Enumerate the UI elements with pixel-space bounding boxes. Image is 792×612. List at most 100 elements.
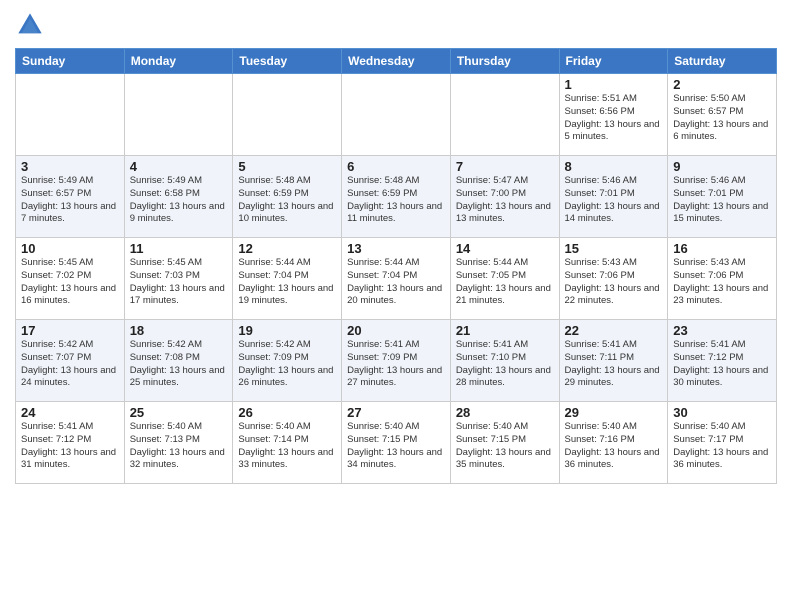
day-number: 14 — [456, 241, 554, 256]
day-number: 1 — [565, 77, 663, 92]
calendar-day — [124, 74, 233, 156]
logo — [15, 10, 49, 40]
day-info: Sunrise: 5:46 AM Sunset: 7:01 PM Dayligh… — [673, 175, 771, 226]
calendar-day: 18Sunrise: 5:42 AM Sunset: 7:08 PM Dayli… — [124, 320, 233, 402]
day-number: 4 — [130, 159, 228, 174]
calendar-day: 16Sunrise: 5:43 AM Sunset: 7:06 PM Dayli… — [668, 238, 777, 320]
header — [15, 10, 777, 40]
day-number: 3 — [21, 159, 119, 174]
day-number: 26 — [238, 405, 336, 420]
day-info: Sunrise: 5:43 AM Sunset: 7:06 PM Dayligh… — [673, 257, 771, 308]
calendar-week-3: 10Sunrise: 5:45 AM Sunset: 7:02 PM Dayli… — [16, 238, 777, 320]
day-number: 7 — [456, 159, 554, 174]
day-info: Sunrise: 5:42 AM Sunset: 7:07 PM Dayligh… — [21, 339, 119, 390]
day-info: Sunrise: 5:41 AM Sunset: 7:11 PM Dayligh… — [565, 339, 663, 390]
calendar-day: 4Sunrise: 5:49 AM Sunset: 6:58 PM Daylig… — [124, 156, 233, 238]
calendar-header-thursday: Thursday — [450, 49, 559, 74]
calendar-day: 8Sunrise: 5:46 AM Sunset: 7:01 PM Daylig… — [559, 156, 668, 238]
day-info: Sunrise: 5:40 AM Sunset: 7:15 PM Dayligh… — [347, 421, 445, 472]
calendar-day: 21Sunrise: 5:41 AM Sunset: 7:10 PM Dayli… — [450, 320, 559, 402]
day-number: 15 — [565, 241, 663, 256]
calendar-day: 25Sunrise: 5:40 AM Sunset: 7:13 PM Dayli… — [124, 402, 233, 484]
calendar-day: 6Sunrise: 5:48 AM Sunset: 6:59 PM Daylig… — [342, 156, 451, 238]
calendar-day: 1Sunrise: 5:51 AM Sunset: 6:56 PM Daylig… — [559, 74, 668, 156]
calendar-day: 9Sunrise: 5:46 AM Sunset: 7:01 PM Daylig… — [668, 156, 777, 238]
calendar-day: 24Sunrise: 5:41 AM Sunset: 7:12 PM Dayli… — [16, 402, 125, 484]
day-info: Sunrise: 5:40 AM Sunset: 7:16 PM Dayligh… — [565, 421, 663, 472]
day-info: Sunrise: 5:41 AM Sunset: 7:09 PM Dayligh… — [347, 339, 445, 390]
calendar-header-sunday: Sunday — [16, 49, 125, 74]
day-number: 11 — [130, 241, 228, 256]
calendar-day: 19Sunrise: 5:42 AM Sunset: 7:09 PM Dayli… — [233, 320, 342, 402]
calendar-header-row: SundayMondayTuesdayWednesdayThursdayFrid… — [16, 49, 777, 74]
day-info: Sunrise: 5:40 AM Sunset: 7:13 PM Dayligh… — [130, 421, 228, 472]
page: SundayMondayTuesdayWednesdayThursdayFrid… — [0, 0, 792, 612]
day-number: 29 — [565, 405, 663, 420]
calendar-day: 14Sunrise: 5:44 AM Sunset: 7:05 PM Dayli… — [450, 238, 559, 320]
calendar-day: 11Sunrise: 5:45 AM Sunset: 7:03 PM Dayli… — [124, 238, 233, 320]
day-info: Sunrise: 5:48 AM Sunset: 6:59 PM Dayligh… — [238, 175, 336, 226]
day-info: Sunrise: 5:49 AM Sunset: 6:57 PM Dayligh… — [21, 175, 119, 226]
calendar-day: 17Sunrise: 5:42 AM Sunset: 7:07 PM Dayli… — [16, 320, 125, 402]
day-info: Sunrise: 5:44 AM Sunset: 7:05 PM Dayligh… — [456, 257, 554, 308]
day-info: Sunrise: 5:40 AM Sunset: 7:14 PM Dayligh… — [238, 421, 336, 472]
day-info: Sunrise: 5:41 AM Sunset: 7:12 PM Dayligh… — [673, 339, 771, 390]
day-number: 10 — [21, 241, 119, 256]
day-number: 21 — [456, 323, 554, 338]
day-number: 8 — [565, 159, 663, 174]
day-number: 30 — [673, 405, 771, 420]
day-number: 16 — [673, 241, 771, 256]
day-info: Sunrise: 5:51 AM Sunset: 6:56 PM Dayligh… — [565, 93, 663, 144]
calendar-day — [450, 74, 559, 156]
logo-icon — [15, 10, 45, 40]
day-number: 13 — [347, 241, 445, 256]
day-info: Sunrise: 5:43 AM Sunset: 7:06 PM Dayligh… — [565, 257, 663, 308]
calendar-day — [233, 74, 342, 156]
day-number: 20 — [347, 323, 445, 338]
calendar-day: 13Sunrise: 5:44 AM Sunset: 7:04 PM Dayli… — [342, 238, 451, 320]
day-info: Sunrise: 5:41 AM Sunset: 7:12 PM Dayligh… — [21, 421, 119, 472]
calendar-day: 27Sunrise: 5:40 AM Sunset: 7:15 PM Dayli… — [342, 402, 451, 484]
day-number: 27 — [347, 405, 445, 420]
calendar-day: 26Sunrise: 5:40 AM Sunset: 7:14 PM Dayli… — [233, 402, 342, 484]
calendar-day: 30Sunrise: 5:40 AM Sunset: 7:17 PM Dayli… — [668, 402, 777, 484]
calendar-day: 28Sunrise: 5:40 AM Sunset: 7:15 PM Dayli… — [450, 402, 559, 484]
day-number: 12 — [238, 241, 336, 256]
calendar-day — [16, 74, 125, 156]
calendar-day: 5Sunrise: 5:48 AM Sunset: 6:59 PM Daylig… — [233, 156, 342, 238]
day-info: Sunrise: 5:48 AM Sunset: 6:59 PM Dayligh… — [347, 175, 445, 226]
day-info: Sunrise: 5:42 AM Sunset: 7:09 PM Dayligh… — [238, 339, 336, 390]
day-number: 23 — [673, 323, 771, 338]
day-number: 22 — [565, 323, 663, 338]
calendar-day: 3Sunrise: 5:49 AM Sunset: 6:57 PM Daylig… — [16, 156, 125, 238]
day-number: 5 — [238, 159, 336, 174]
day-number: 6 — [347, 159, 445, 174]
calendar-header-monday: Monday — [124, 49, 233, 74]
calendar-week-2: 3Sunrise: 5:49 AM Sunset: 6:57 PM Daylig… — [16, 156, 777, 238]
day-info: Sunrise: 5:40 AM Sunset: 7:15 PM Dayligh… — [456, 421, 554, 472]
day-info: Sunrise: 5:42 AM Sunset: 7:08 PM Dayligh… — [130, 339, 228, 390]
calendar-week-1: 1Sunrise: 5:51 AM Sunset: 6:56 PM Daylig… — [16, 74, 777, 156]
day-number: 18 — [130, 323, 228, 338]
day-info: Sunrise: 5:40 AM Sunset: 7:17 PM Dayligh… — [673, 421, 771, 472]
day-info: Sunrise: 5:47 AM Sunset: 7:00 PM Dayligh… — [456, 175, 554, 226]
calendar-header-tuesday: Tuesday — [233, 49, 342, 74]
day-number: 24 — [21, 405, 119, 420]
calendar-day: 12Sunrise: 5:44 AM Sunset: 7:04 PM Dayli… — [233, 238, 342, 320]
day-number: 25 — [130, 405, 228, 420]
day-info: Sunrise: 5:49 AM Sunset: 6:58 PM Dayligh… — [130, 175, 228, 226]
calendar-week-5: 24Sunrise: 5:41 AM Sunset: 7:12 PM Dayli… — [16, 402, 777, 484]
calendar-header-friday: Friday — [559, 49, 668, 74]
calendar-day: 20Sunrise: 5:41 AM Sunset: 7:09 PM Dayli… — [342, 320, 451, 402]
day-info: Sunrise: 5:45 AM Sunset: 7:03 PM Dayligh… — [130, 257, 228, 308]
day-number: 28 — [456, 405, 554, 420]
calendar: SundayMondayTuesdayWednesdayThursdayFrid… — [15, 48, 777, 484]
calendar-day: 10Sunrise: 5:45 AM Sunset: 7:02 PM Dayli… — [16, 238, 125, 320]
day-number: 17 — [21, 323, 119, 338]
day-info: Sunrise: 5:46 AM Sunset: 7:01 PM Dayligh… — [565, 175, 663, 226]
day-info: Sunrise: 5:50 AM Sunset: 6:57 PM Dayligh… — [673, 93, 771, 144]
day-info: Sunrise: 5:44 AM Sunset: 7:04 PM Dayligh… — [347, 257, 445, 308]
calendar-day: 7Sunrise: 5:47 AM Sunset: 7:00 PM Daylig… — [450, 156, 559, 238]
day-info: Sunrise: 5:41 AM Sunset: 7:10 PM Dayligh… — [456, 339, 554, 390]
day-number: 19 — [238, 323, 336, 338]
